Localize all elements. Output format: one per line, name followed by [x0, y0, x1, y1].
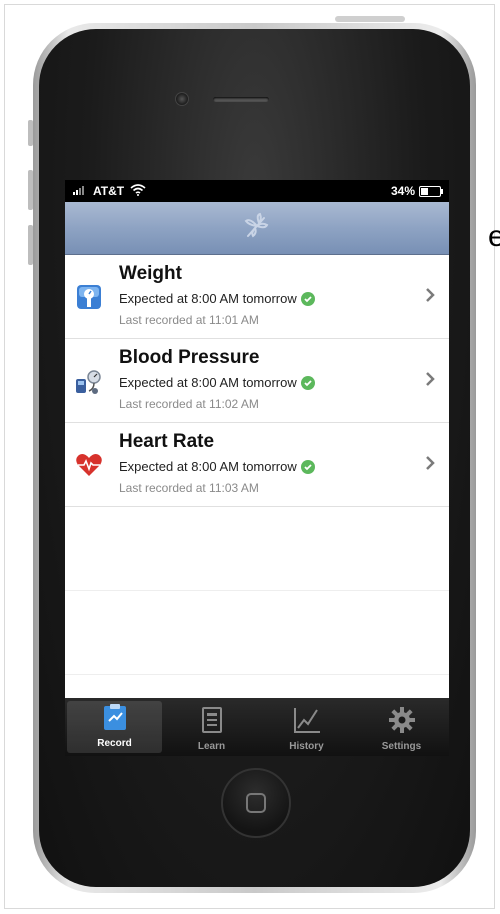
front-camera	[175, 92, 189, 106]
home-button[interactable]	[221, 768, 291, 838]
row-last-recorded: Last recorded at 11:03 AM	[119, 481, 259, 495]
battery-icon	[419, 185, 443, 197]
check-icon	[300, 459, 315, 474]
tab-bar: Record Learn History Settings	[65, 698, 449, 756]
blood-pressure-icon	[75, 367, 103, 395]
wifi-icon	[130, 183, 146, 199]
dragonfly-logo-icon	[240, 209, 274, 248]
chevron-right-icon	[425, 455, 435, 471]
check-icon	[300, 375, 315, 390]
navigation-bar	[65, 202, 449, 255]
row-title: Weight	[119, 263, 182, 284]
row-title: Blood Pressure	[119, 347, 260, 368]
measurement-list: Weight Expected at 8:00 AM tomorrow Last…	[65, 255, 449, 675]
row-expected-text: Expected at 8:00 AM tomorrow	[119, 459, 297, 474]
chevron-right-icon	[425, 287, 435, 303]
row-expected-text: Expected at 8:00 AM tomorrow	[119, 291, 297, 306]
carrier-label: AT&T	[93, 184, 125, 198]
clipped-side-text: e	[488, 220, 500, 253]
book-icon	[200, 706, 224, 741]
row-title: Heart Rate	[119, 431, 215, 452]
signal-icon	[73, 184, 87, 198]
scale-icon	[75, 283, 103, 311]
volume-down-button[interactable]	[28, 225, 33, 265]
tab-history[interactable]: History	[259, 698, 354, 756]
chart-icon	[292, 706, 322, 741]
chevron-right-icon	[425, 371, 435, 387]
status-bar: AT&T 34%	[65, 180, 449, 202]
volume-up-button[interactable]	[28, 170, 33, 210]
row-last-recorded: Last recorded at 11:02 AM	[119, 397, 259, 411]
battery-percent: 34%	[390, 184, 415, 198]
tab-label: Learn	[197, 741, 226, 752]
row-expected: Expected at 8:00 AM tomorrow	[119, 291, 315, 306]
tab-settings[interactable]: Settings	[354, 698, 449, 756]
row-last-recorded: Last recorded at 11:01 AM	[119, 313, 259, 327]
tab-record[interactable]: Record	[67, 701, 162, 753]
row-expected-text: Expected at 8:00 AM tomorrow	[119, 375, 297, 390]
clipboard-icon	[102, 703, 128, 738]
row-expected: Expected at 8:00 AM tomorrow	[119, 459, 315, 474]
list-item-heart-rate[interactable]: Heart Rate Expected at 8:00 AM tomorrow …	[65, 423, 449, 507]
earpiece-speaker	[213, 97, 269, 102]
list-item-weight[interactable]: Weight Expected at 8:00 AM tomorrow Last…	[65, 255, 449, 339]
tab-label: History	[289, 741, 324, 752]
heart-icon	[75, 451, 103, 479]
empty-list-row	[65, 507, 449, 591]
tab-learn[interactable]: Learn	[164, 698, 259, 756]
tab-label: Settings	[381, 741, 422, 752]
gear-icon	[388, 706, 416, 741]
mute-switch[interactable]	[28, 120, 33, 146]
power-button[interactable]	[335, 16, 405, 22]
list-item-blood-pressure[interactable]: Blood Pressure Expected at 8:00 AM tomor…	[65, 339, 449, 423]
home-square-icon	[246, 793, 266, 813]
app-screen: AT&T 34% Weight Expected at 8:00 AM tomo…	[65, 180, 449, 756]
check-icon	[300, 291, 315, 306]
tab-label: Record	[97, 738, 132, 749]
empty-list-row	[65, 591, 449, 675]
row-expected: Expected at 8:00 AM tomorrow	[119, 375, 315, 390]
